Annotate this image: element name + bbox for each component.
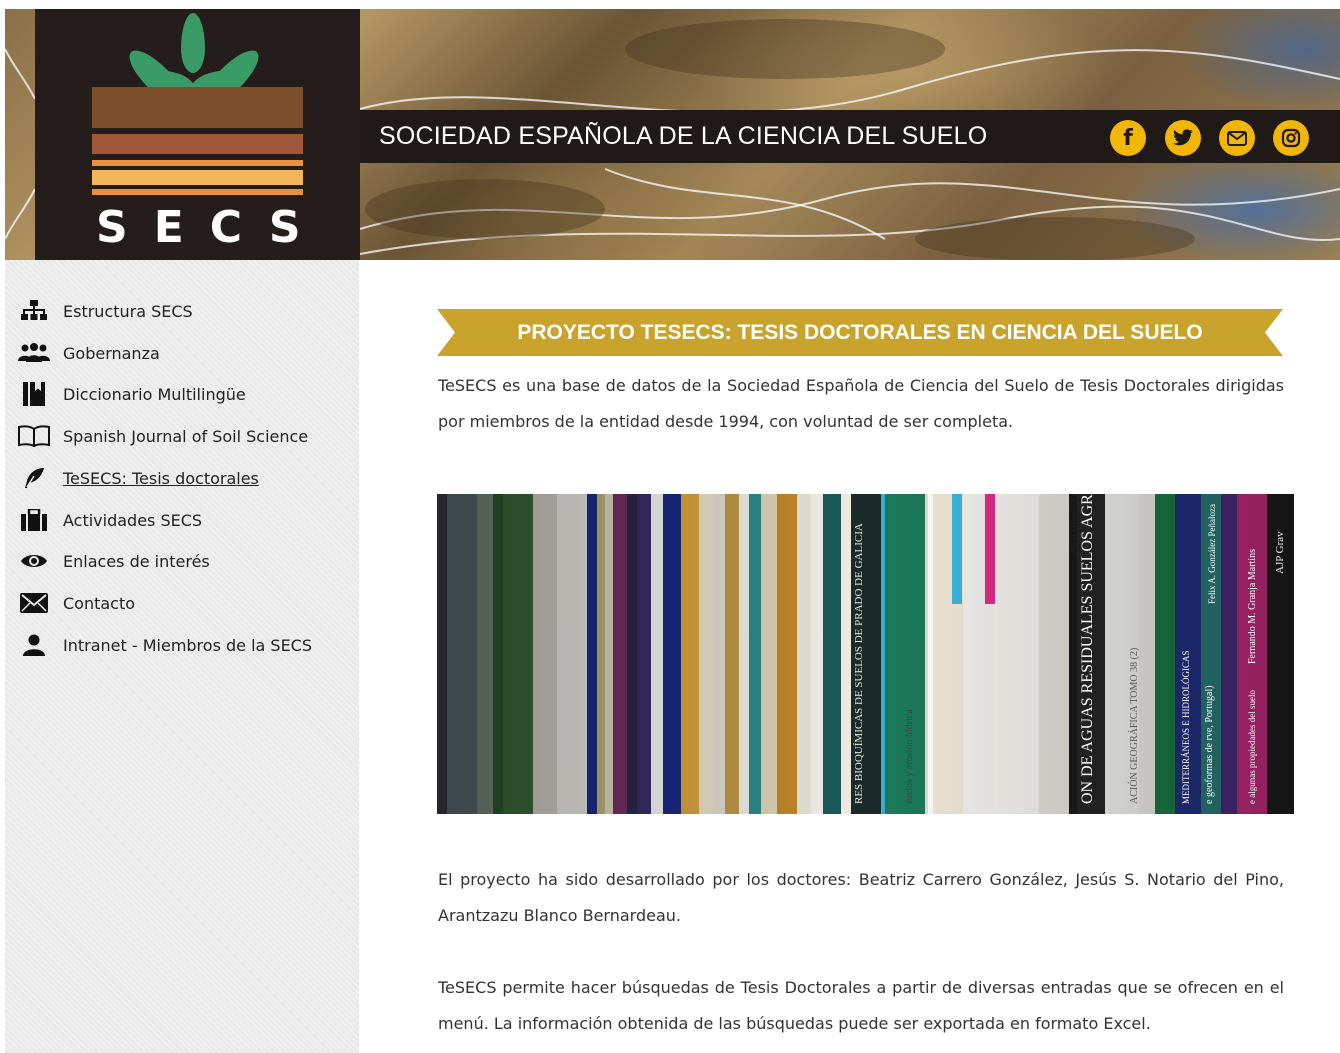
sidebar-item-tesecs[interactable]: TeSECS: Tesis doctorales [17,463,259,493]
intro-paragraph: TeSECS es una base de datos de la Socied… [438,376,1284,431]
logo-bar-orange-thin [92,189,303,195]
sidebar-item-label: Diccionario Multilingüe [63,384,246,404]
site-header: SECS SOCIEDAD ESPAÑOLA DE LA CIENCIA DEL… [5,9,1340,260]
sidebar-item-diccionario[interactable]: Diccionario Multilingüe [17,379,246,409]
authors-paragraph: El proyecto ha sido desarrollado por los… [438,870,1284,925]
logo-bar-brown [92,87,303,128]
sidebar-item-gobernanza[interactable]: Gobernanza [17,338,160,368]
open-book-icon [17,423,51,449]
title-bar: SOCIEDAD ESPAÑOLA DE LA CIENCIA DEL SUEL… [360,110,1340,163]
secs-logo[interactable]: SECS [35,9,360,260]
sidebar: Estructura SECS Gobernanza Diccionario M… [5,260,359,1053]
sidebar-item-label: Spanish Journal of Soil Science [63,426,309,446]
logo-bar-orange [92,160,303,166]
logo-bar-yellow [92,170,303,185]
briefcase-icon [17,507,51,533]
book-spine-text: ACIÓN GEOGRÁFICA TOMO 38 (2) [1128,648,1140,804]
search-paragraph: TeSECS permite hacer búsquedas de Tesis … [438,978,1284,1033]
book-spine-text: ON DE AGUAS RESIDUALES SUELOS AGRÍCOLAS [1077,494,1096,804]
book-icon [17,381,51,407]
bookshelf-photo-image: RES BIOQUÍMICAS DE SUELOS DE PRADO DE GA… [437,494,1294,814]
pen-icon [17,465,51,491]
sidebar-item-label: Contacto [63,593,136,613]
eye-icon [17,548,51,574]
book-spine-text: e geoformas de rve, Portugal) [1204,685,1215,804]
book-spine-text: Alicia Murugán Coronado [1070,494,1079,554]
sidebar-item-label: TeSECS: Tesis doctorales [63,468,259,488]
book-spine-text: RES BIOQUÍMICAS DE SUELOS DE PRADO DE GA… [853,523,865,804]
sidebar-item-contacto[interactable]: Contacto [17,588,135,618]
facebook-icon[interactable]: f [1110,120,1146,156]
sidebar-item-estructura[interactable]: Estructura SECS [17,296,193,326]
sidebar-item-label: Intranet - Miembros de la SECS [63,635,313,655]
sidebar-item-spanish-journal[interactable]: Spanish Journal of Soil Science [17,421,308,451]
book-spine-text: Felix A. González Peñaloza [1207,504,1217,604]
logo-bar-rust [92,134,303,154]
book-spine-text: Fernando M. Granja Martins [1247,549,1258,664]
sidebar-item-label: Estructura SECS [63,301,193,321]
book-spine-text: AJP Grav [1274,531,1286,574]
twitter-icon[interactable] [1165,120,1201,156]
sidebar-item-actividades[interactable]: Actividades SECS [17,505,202,535]
book-spine-text: e algunas propiedades del suelo [1247,690,1257,804]
sidebar-item-intranet[interactable]: Intranet - Miembros de la SECS [17,630,312,660]
sidebar-item-label: Actividades SECS [63,510,203,530]
sidebar-item-label: Enlaces de interés [63,551,210,571]
email-icon[interactable] [1219,120,1255,156]
bookshelf-photo: RES BIOQUÍMICAS DE SUELOS DE PRADO DE GA… [437,494,1294,814]
users-icon [17,340,51,366]
book-spine-text: MEDITERRÁNEOS E HIDROLÓGICAS [1181,651,1191,805]
sidebar-item-label: Gobernanza [63,343,160,363]
logo-text: SECS [96,202,327,253]
page-title: PROYECTO TESECS: TESIS DOCTORALES EN CIE… [517,320,1203,344]
sitemap-icon [17,298,51,324]
sidebar-item-enlaces[interactable]: Enlaces de interés [17,546,210,576]
envelope-icon [17,590,51,616]
site-title[interactable]: SOCIEDAD ESPAÑOLA DE LA CIENCIA DEL SUEL… [379,121,987,151]
user-icon [17,632,51,658]
logo-leaf [181,13,205,73]
book-spine-text: suelos y erosión hídrica [904,709,915,804]
instagram-icon[interactable] [1273,120,1309,156]
page-title-banner: PROYECTO TESECS: TESIS DOCTORALES EN CIE… [437,309,1283,356]
